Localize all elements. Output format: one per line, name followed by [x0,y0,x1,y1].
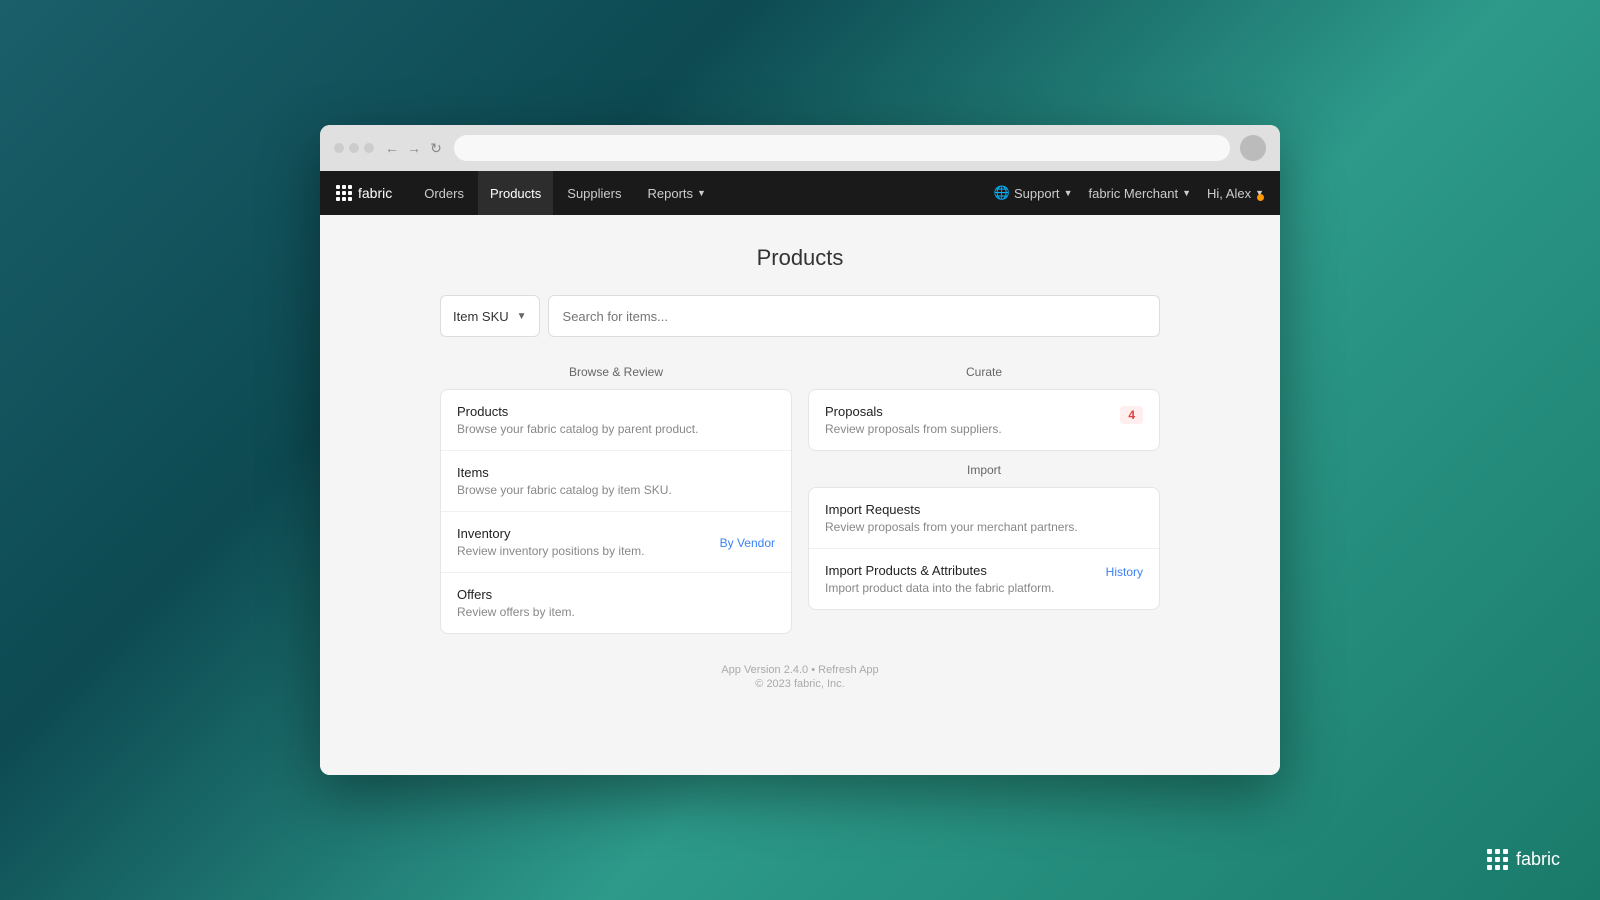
browser-nav: ← → ↻ [384,140,444,156]
nav-reports[interactable]: Reports ▼ [635,171,717,215]
items-item[interactable]: Items Browse your fabric catalog by item… [441,451,791,512]
refresh-button[interactable]: ↻ [428,140,444,156]
reports-chevron-icon: ▼ [697,188,706,198]
proposals-item[interactable]: Proposals Review proposals from supplier… [809,390,1159,450]
search-input[interactable] [548,295,1160,337]
browse-review-heading: Browse & Review [440,365,792,379]
browser-avatar [1240,135,1266,161]
browse-review-list: Products Browse your fabric catalog by p… [440,389,792,634]
history-link[interactable]: History [1106,565,1143,579]
main-content: Products Item SKU ▼ Browse & Review [320,215,1280,775]
curate-import-section: Curate Proposals Review proposals from s… [808,365,1160,634]
import-requests-desc: Review proposals from your merchant part… [825,520,1078,534]
merchant-button[interactable]: fabric Merchant ▼ [1088,186,1191,201]
dot-yellow [349,143,359,153]
nav-orders[interactable]: Orders [412,171,476,215]
nav-brand[interactable]: fabric [336,185,392,201]
cards-area: Browse & Review Products Browse your fab… [440,365,1160,634]
proposals-item-desc: Review proposals from suppliers. [825,422,1002,436]
items-item-desc: Browse your fabric catalog by item SKU. [457,483,672,497]
browse-review-section: Browse & Review Products Browse your fab… [440,365,792,634]
browser-dots [334,143,374,153]
inventory-item-desc: Review inventory positions by item. [457,544,644,558]
offers-item-desc: Review offers by item. [457,605,575,619]
back-button[interactable]: ← [384,140,400,156]
inventory-item[interactable]: Inventory Review inventory positions by … [441,512,791,573]
globe-icon: 🌐 [994,185,1010,201]
import-requests-title: Import Requests [825,502,1078,517]
dropdown-chevron-icon: ▼ [517,311,527,322]
watermark-grid-icon [1487,849,1508,870]
address-bar[interactable] [454,135,1230,161]
support-button[interactable]: 🌐 Support ▼ [994,185,1073,201]
footer-copyright: © 2023 fabric, Inc. [340,678,1260,690]
by-vendor-link[interactable]: By Vendor [720,536,775,550]
nav-links: Orders Products Suppliers Reports ▼ [412,171,994,215]
nav-right: 🌐 Support ▼ fabric Merchant ▼ Hi, Alex ▼ [994,185,1264,201]
support-chevron-icon: ▼ [1064,188,1073,198]
nav-products[interactable]: Products [478,171,553,215]
app-content: fabric Orders Products Suppliers Reports… [320,171,1280,775]
import-heading: Import [808,463,1160,477]
curate-list: Proposals Review proposals from supplier… [808,389,1160,451]
import-requests-item[interactable]: Import Requests Review proposals from yo… [809,488,1159,549]
dot-red [334,143,344,153]
browser-chrome: ← → ↻ [320,125,1280,171]
import-list: Import Requests Review proposals from yo… [808,487,1160,610]
fabric-watermark: fabric [1487,849,1560,870]
fabric-grid-icon [336,185,352,201]
merchant-chevron-icon: ▼ [1182,188,1191,198]
products-item[interactable]: Products Browse your fabric catalog by p… [441,390,791,451]
offers-item-title: Offers [457,587,575,602]
offers-item[interactable]: Offers Review offers by item. [441,573,791,633]
page-title: Products [340,245,1260,271]
navbar: fabric Orders Products Suppliers Reports… [320,171,1280,215]
search-row: Item SKU ▼ [440,295,1160,337]
notification-dot [1257,194,1264,201]
dot-green [364,143,374,153]
import-products-desc: Import product data into the fabric plat… [825,581,1054,595]
items-item-title: Items [457,465,672,480]
products-item-title: Products [457,404,698,419]
curate-heading: Curate [808,365,1160,379]
import-products-item[interactable]: Import Products & Attributes Import prod… [809,549,1159,609]
brand-label: fabric [358,185,392,201]
products-item-desc: Browse your fabric catalog by parent pro… [457,422,698,436]
proposals-badge: 4 [1120,406,1143,424]
user-menu-button[interactable]: Hi, Alex ▼ [1207,186,1264,201]
forward-button[interactable]: → [406,140,422,156]
footer-version: App Version 2.4.0 • Refresh App [340,664,1260,676]
proposals-item-title: Proposals [825,404,1002,419]
watermark-label: fabric [1516,849,1560,870]
browser-window: ← → ↻ fabric Orders Products Suppliers [320,125,1280,775]
search-type-label: Item SKU [453,309,509,324]
inventory-item-title: Inventory [457,526,644,541]
import-products-title: Import Products & Attributes [825,563,1054,578]
nav-suppliers[interactable]: Suppliers [555,171,633,215]
search-type-dropdown[interactable]: Item SKU ▼ [440,295,540,337]
footer: App Version 2.4.0 • Refresh App © 2023 f… [340,664,1260,706]
